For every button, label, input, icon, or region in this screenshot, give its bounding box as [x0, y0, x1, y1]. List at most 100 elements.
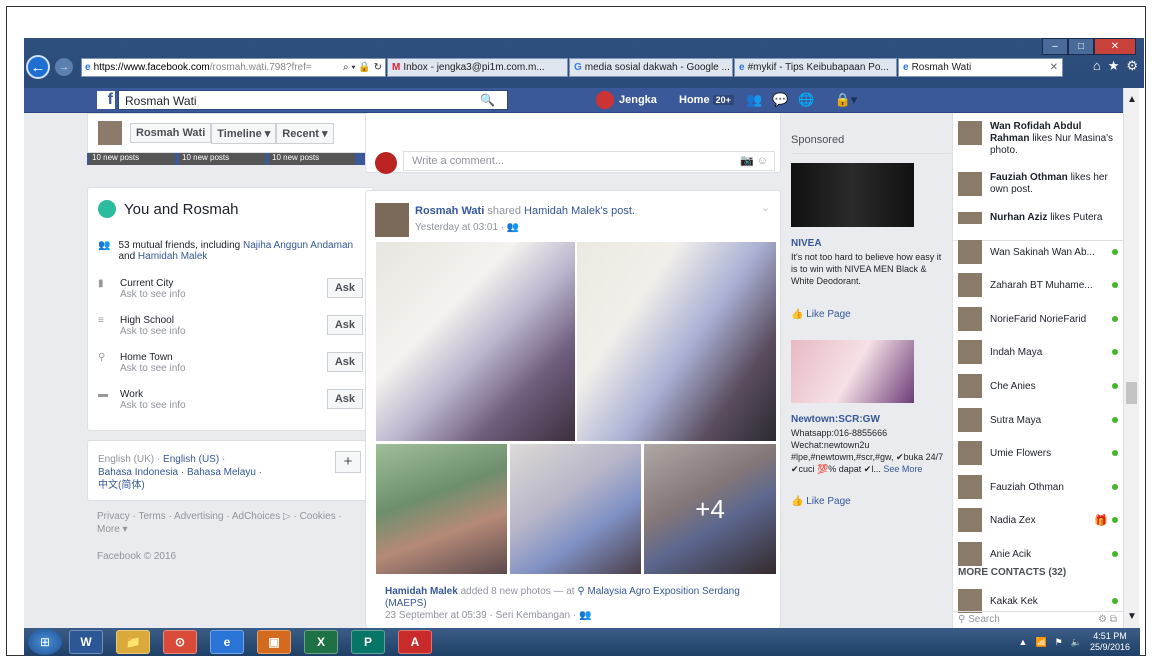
mutual-friend-link[interactable]: Hamidah Malek	[138, 251, 207, 262]
ask-button[interactable]: Ask	[326, 352, 363, 372]
tab-google[interactable]: Gmedia sosial dakwah - Google ...	[569, 58, 733, 77]
ask-button[interactable]: Ask	[326, 278, 363, 298]
chat-options-icon[interactable]: ⚙ ⧉	[1098, 614, 1117, 625]
scroll-down-icon[interactable]: ▼	[1127, 611, 1137, 622]
newtown-ad-image[interactable]	[791, 340, 914, 403]
address-bar[interactable]: e https://www.facebook.com/rosmah.wati.7…	[81, 58, 386, 77]
minimize-button[interactable]: –	[1042, 38, 1068, 55]
home-icon[interactable]: ⌂	[1093, 58, 1101, 74]
post-author-avatar[interactable]	[375, 203, 409, 237]
flag-icon[interactable]: ⚑	[1055, 637, 1063, 648]
show-hidden-icons[interactable]: ▲	[1019, 637, 1028, 647]
chat-contact[interactable]: Che Anies	[958, 373, 1118, 399]
publisher-taskbar-button[interactable]: P	[351, 630, 385, 654]
language-link[interactable]: Bahasa Indonesia	[98, 467, 178, 478]
camera-icon[interactable]: 📷 ☺	[740, 154, 768, 167]
chat-contact[interactable]: Anie Acik	[958, 541, 1118, 567]
close-tab-icon[interactable]: ✕	[1050, 62, 1058, 73]
media-taskbar-button[interactable]: ▣	[257, 630, 291, 654]
facebook-logo[interactable]: f	[97, 91, 115, 109]
friend-requests-icon[interactable]: 👥	[746, 92, 762, 108]
home-link[interactable]: Home 20+	[679, 94, 734, 106]
nivea-ad-image[interactable]	[791, 163, 914, 227]
privacy-shortcuts-icon[interactable]: 🔒▾	[835, 92, 858, 108]
footer-links[interactable]: Privacy · Terms · Advertising · AdChoice…	[97, 510, 357, 536]
chat-contact[interactable]: Nadia Zex 🎁	[958, 507, 1118, 533]
language-list: English (UK) · English (US) · Bahasa Ind…	[98, 454, 263, 491]
tab-mykif[interactable]: e #mykif - Tips Keibubapaan Po...	[734, 58, 897, 77]
start-button[interactable]: ⊞	[28, 629, 62, 655]
forward-button[interactable]: →	[55, 58, 73, 76]
volume-icon[interactable]: 🔈	[1071, 637, 1082, 648]
address-tools-icons[interactable]: ⌕ ▾ 🔒 ↻	[343, 62, 385, 73]
profile-thumbnail[interactable]	[98, 121, 122, 145]
chat-contact[interactable]: Wan Sakinah Wan Ab...	[958, 239, 1118, 265]
recent-button[interactable]: Recent ▾	[276, 122, 334, 144]
post-photo[interactable]	[510, 444, 641, 574]
ask-button[interactable]: Ask	[326, 315, 363, 335]
chat-contact[interactable]: Umie Flowers	[958, 440, 1118, 466]
caption-timestamp[interactable]: 23 September at 05:39 · Seri Kembangan ·	[385, 610, 579, 621]
messages-icon[interactable]: 💬	[772, 92, 788, 108]
ask-button[interactable]: Ask	[326, 389, 363, 409]
post-photo[interactable]	[577, 242, 776, 441]
language-link[interactable]: 中文(简体)	[98, 480, 145, 491]
chrome-taskbar-button[interactable]: ⊙	[163, 630, 197, 654]
excel-taskbar-button[interactable]: X	[304, 630, 338, 654]
like-page-link[interactable]: 👍 Like Page	[791, 496, 851, 507]
file-explorer-taskbar-button[interactable]: 📁	[116, 630, 150, 654]
new-posts-label[interactable]: 10 new posts	[179, 153, 265, 165]
clock[interactable]: 4:51 PM 25/9/2016	[1090, 631, 1130, 653]
facebook-search-input[interactable]: Rosmah Wati 🔍	[118, 90, 508, 110]
mutual-friend-link[interactable]: Najiha Anggun Andaman	[243, 240, 353, 251]
ie-taskbar-button[interactable]: e	[210, 630, 244, 654]
page-scrollbar[interactable]: ▲ ▼	[1123, 88, 1139, 628]
activity-item[interactable]: Fauziah Othman likes her own post.	[958, 172, 1120, 196]
gear-icon[interactable]: ⚙	[1126, 58, 1138, 74]
chat-search-input[interactable]: ⚲ Search ⚙ ⧉	[953, 611, 1123, 628]
favorites-star-icon[interactable]: ★	[1108, 58, 1120, 74]
ad-body: Whatsapp:016-8855666 Wechat:newtown2u #l…	[791, 428, 944, 474]
chat-contact[interactable]: NorieFarid NorieFarid	[958, 306, 1118, 332]
word-taskbar-button[interactable]: W	[69, 630, 103, 654]
like-page-link[interactable]: 👍 Like Page	[791, 309, 851, 320]
new-posts-label[interactable]: 10 new posts	[269, 153, 355, 165]
caption-author-link[interactable]: Hamidah Malek	[385, 586, 458, 597]
post-photo-more[interactable]: +4	[644, 444, 776, 574]
scroll-thumb[interactable]	[1126, 382, 1137, 404]
language-link[interactable]: · Bahasa Melayu ·	[181, 467, 262, 478]
new-posts-label[interactable]: 10 new posts	[89, 153, 175, 165]
timeline-button[interactable]: Timeline ▾	[211, 122, 277, 144]
close-window-button[interactable]: ✕	[1094, 38, 1136, 55]
profile-name-link[interactable]: Rosmah Wati	[130, 123, 212, 143]
tab-rosmah-wati[interactable]: e Rosmah Wati ✕	[898, 58, 1063, 77]
post-photo[interactable]	[376, 444, 507, 574]
add-language-button[interactable]: +	[335, 451, 361, 473]
chat-contact[interactable]: Fauziah Othman	[958, 474, 1118, 500]
activity-item[interactable]: Wan Rofidah Abdul Rahman likes Nur Masin…	[958, 121, 1120, 157]
post-photo[interactable]	[376, 242, 575, 441]
notifications-globe-icon[interactable]: 🌐	[798, 92, 814, 108]
profile-link[interactable]: Jengka	[596, 91, 657, 109]
activity-item[interactable]: Nurhan Aziz likes Putera	[958, 212, 1120, 230]
chat-contact[interactable]: Zaharah BT Muhame...	[958, 272, 1118, 298]
maximize-button[interactable]: □	[1068, 38, 1094, 55]
ad-title[interactable]: NIVEA	[791, 238, 822, 249]
shared-post-link[interactable]: Hamidah Malek's post.	[524, 205, 635, 217]
search-icon[interactable]: 🔍	[480, 93, 495, 107]
ad-title[interactable]: Newtown:SCR:GW	[791, 414, 880, 425]
chat-contact[interactable]: Indah Maya	[958, 339, 1118, 365]
chat-contact[interactable]: Sutra Maya	[958, 407, 1118, 433]
post-timestamp[interactable]: Yesterday at 03:01 · 👥	[415, 222, 519, 233]
back-button[interactable]: ←	[26, 55, 50, 79]
language-link[interactable]: English (US)	[163, 454, 219, 465]
see-more-link[interactable]: See More	[883, 464, 922, 474]
chevron-down-icon[interactable]: ⌄	[761, 201, 770, 214]
more-photos-count[interactable]: +4	[644, 444, 776, 574]
network-icon[interactable]: 📶	[1035, 637, 1046, 648]
comment-input[interactable]: Write a comment... 📷 ☺	[403, 151, 775, 171]
acrobat-taskbar-button[interactable]: A	[398, 630, 432, 654]
post-author-link[interactable]: Rosmah Wati	[415, 205, 484, 217]
tab-gmail[interactable]: M Inbox - jengka3@pi1m.com.m...	[387, 58, 568, 77]
scroll-up-icon[interactable]: ▲	[1127, 94, 1137, 105]
